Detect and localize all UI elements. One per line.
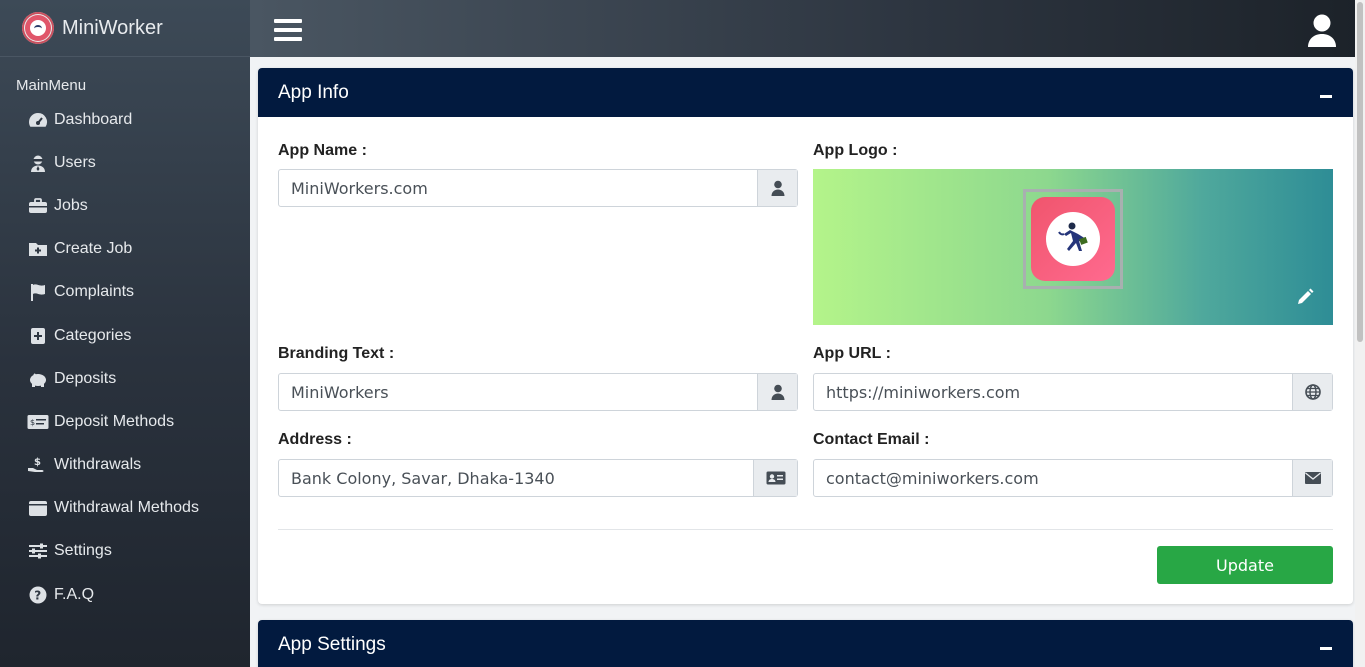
user-icon [757,374,797,410]
sidebar-item-label: F.A.Q [54,585,95,603]
brand-name: MiniWorker [62,16,163,39]
branding-text-input[interactable] [279,374,757,410]
app-info-header: App Info [258,68,1353,117]
sidebar-item-label: Withdrawals [54,456,142,474]
piggy-bank-icon [27,369,49,389]
sidebar-item-label: Categories [54,326,132,344]
sidebar-item-create-job[interactable]: Create Job [0,228,250,271]
app-name-label: App Name : [278,142,367,159]
envelope-icon [1292,460,1332,496]
scrollbar-thumb[interactable] [1357,2,1363,342]
collapse-icon[interactable] [1319,86,1333,100]
page-scrollbar[interactable] [1355,0,1365,667]
sidebar-item-categories[interactable]: Categories [0,314,250,357]
globe-icon [1292,374,1332,410]
sidebar-item-label: Deposit Methods [54,412,175,430]
app-logo-frame [1023,189,1123,289]
contact-email-field [813,459,1333,497]
briefcase-icon [27,196,49,216]
tachometer-icon [27,110,49,130]
sidebar-item-label: Deposits [54,369,117,387]
sliders-icon [27,541,49,561]
divider [278,529,1333,530]
sidebar-item-label: Withdrawal Methods [54,499,199,517]
runner-icon [1046,212,1100,266]
edit-logo-icon[interactable] [1295,287,1315,307]
user-secret-icon [27,153,49,173]
app-settings-header: App Settings [258,620,1353,667]
app-info-title: App Info [278,81,349,103]
question-circle-icon: ? [27,585,49,605]
sidebar-menu: Dashboard Users Jobs Create Job Complain… [0,98,250,616]
contact-email-label: Contact Email : [813,431,930,448]
app-url-input[interactable] [814,374,1292,410]
app-name-field [278,169,798,207]
app-logo-image [1031,197,1115,281]
branding-text-label: Branding Text : [278,345,395,362]
menu-section-title: MainMenu [16,77,87,94]
sidebar-item-label: Create Job [54,240,133,258]
app-logo-preview [813,169,1333,325]
plus-square-icon [27,326,49,346]
address-field [278,459,798,497]
sidebar-item-label: Dashboard [54,110,133,128]
sidebar-item-dashboard[interactable]: Dashboard [0,98,250,141]
app-url-label: App URL : [813,345,891,362]
brand-logo-icon [22,12,54,44]
sidebar-item-jobs[interactable]: Jobs [0,184,250,227]
topbar [250,0,1365,57]
sidebar-item-label: Jobs [54,196,88,214]
contact-email-input[interactable] [814,460,1292,496]
sidebar-item-users[interactable]: Users [0,141,250,184]
sidebar-item-settings[interactable]: Settings [0,530,250,573]
svg-text:?: ? [34,588,41,602]
wallet-icon [27,498,49,518]
menu-toggle-icon[interactable] [274,19,302,45]
sidebar-item-label: Settings [54,542,112,560]
hand-holding-usd-icon: $ [27,455,49,475]
collapse-icon[interactable] [1319,638,1333,652]
sidebar-item-complaints[interactable]: Complaints [0,271,250,314]
sidebar-item-withdrawal-methods[interactable]: Withdrawal Methods [0,487,250,530]
svg-text:$: $ [34,457,41,468]
app-name-input[interactable] [279,170,757,206]
user-icon [757,170,797,206]
branding-text-field [278,373,798,411]
sidebar: MiniWorker MainMenu Dashboard Users Jobs [0,0,250,667]
sidebar-item-faq[interactable]: ? F.A.Q [0,573,250,616]
address-card-icon [753,460,797,496]
svg-text:$: $ [30,418,35,427]
money-check-icon: $ [27,412,49,432]
app-logo-label: App Logo : [813,142,898,159]
update-button[interactable]: Update [1157,546,1333,584]
app-info-card: App Info App Name : App Logo : Branding … [258,68,1353,604]
brand[interactable]: MiniWorker [0,0,250,57]
flag-icon [27,282,49,302]
sidebar-item-deposits[interactable]: Deposits [0,357,250,400]
folder-plus-icon [27,239,49,259]
app-url-field [813,373,1333,411]
user-icon[interactable] [1307,14,1337,48]
app-settings-title: App Settings [278,633,386,655]
address-label: Address : [278,431,352,448]
sidebar-item-deposit-methods[interactable]: $ Deposit Methods [0,400,250,443]
sidebar-item-withdrawals[interactable]: $ Withdrawals [0,444,250,487]
sidebar-item-label: Users [54,153,96,171]
sidebar-item-label: Complaints [54,283,135,301]
app-settings-card: App Settings [258,620,1353,667]
address-input[interactable] [279,460,753,496]
